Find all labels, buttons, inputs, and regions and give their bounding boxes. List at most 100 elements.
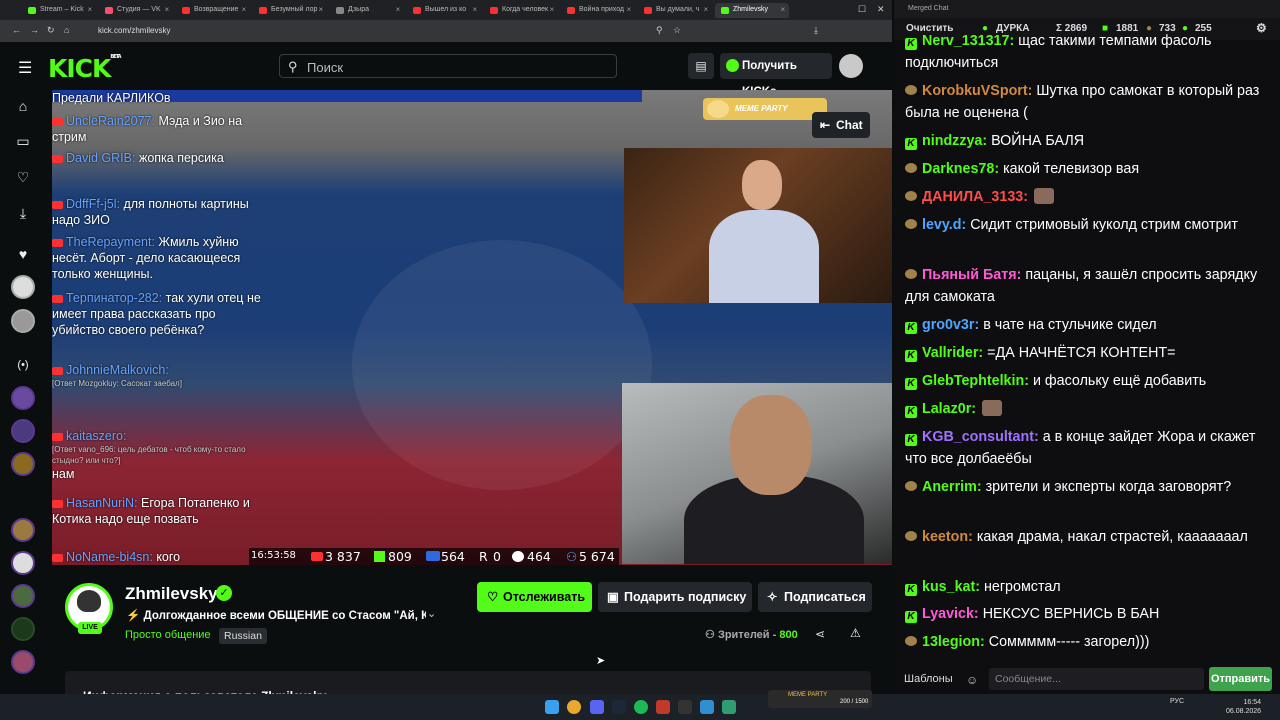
chevron-down-icon[interactable]: ⌄ [427,607,436,620]
recommended-channel-avatar[interactable] [11,452,35,476]
chat-username[interactable]: ДАНИЛА_3133: [922,189,1028,205]
chat-username[interactable]: kus_kat: [922,579,980,595]
theater-icon[interactable]: ▤ [688,53,714,79]
maximize-icon[interactable]: ☐ [858,4,866,15]
chat-text: какая драма, накал страстей, кааааааал [976,529,1248,545]
chat-username[interactable]: Nerv_131317: [922,33,1014,49]
system-tray-lang[interactable]: РУС [1170,698,1184,705]
chat-username[interactable]: keeton: [922,529,973,545]
browser-tab[interactable]: Вы думали, ч × [638,3,712,18]
tab-close-icon[interactable]: × [472,5,477,14]
chat-username[interactable]: nindzzya: [922,133,987,149]
recommended-channel-avatar[interactable] [11,551,35,575]
send-button[interactable]: Отправить [1209,667,1272,691]
url-field[interactable]: kick.com/zhmilevsky [80,24,650,38]
tab-close-icon[interactable]: × [626,5,631,14]
kick-logo[interactable]: KICKBETA [48,54,122,83]
favorites-heart-icon[interactable]: ♥ [14,246,32,264]
browser-tab[interactable]: Безумный лор × [253,3,327,18]
follow-label: Отслеживать [503,590,586,604]
browser-tab[interactable]: Когда человек × [484,3,558,18]
tab-close-icon[interactable]: × [549,5,554,14]
kick-badge-icon: K [905,38,917,50]
recommended-channel-avatar[interactable] [11,650,35,674]
channel-name[interactable]: Zhmilevsky [125,584,218,604]
share-icon[interactable]: ⋖ [815,627,825,641]
browser-tab[interactable]: Студия — VK × [99,3,173,18]
recommended-channel-avatar[interactable] [11,419,35,443]
recommended-channel-avatar[interactable] [11,518,35,542]
chat-username[interactable]: Lalaz0r: [922,401,976,417]
menu-icon[interactable]: ☰ [18,58,32,78]
download-icon[interactable]: ⤓ [814,25,818,36]
user-avatar[interactable] [839,54,863,78]
report-icon[interactable]: ⚠ [850,626,861,640]
browse-nav-icon[interactable]: ▭ [14,133,32,151]
message-input[interactable]: Сообщение... [989,668,1204,690]
discord-taskbar-icon[interactable] [590,700,604,714]
forward-icon[interactable]: → [30,25,39,35]
steam-taskbar-icon[interactable] [612,700,626,714]
get-kicks-button[interactable]: Получить KICKs [720,53,832,98]
recommended-channel-avatar[interactable] [11,386,35,410]
templates-button[interactable]: Шаблоны [904,673,953,685]
chat-username[interactable]: Anerrim: [922,479,982,495]
chat-username[interactable]: 13legion: [922,634,985,650]
browser-tab[interactable]: Zhmilevsky × [715,3,789,18]
chat-username[interactable]: KGB_consultant: [922,429,1039,445]
tab-close-icon[interactable]: × [780,5,785,14]
subscribe-button[interactable]: ✧ Подписаться [758,582,872,612]
spotify-taskbar-icon[interactable] [634,700,648,714]
chat-message: K Lalaz0r: [905,398,1270,420]
windows-start-icon[interactable] [545,700,559,714]
recommended-channel-avatar[interactable] [11,584,35,608]
tab-close-icon[interactable]: × [395,5,400,14]
chat-username[interactable]: Vallrider: [922,345,983,361]
tab-label: Stream – Kick [40,6,84,13]
browser-tab[interactable]: Дзырa × [330,3,404,18]
follow-button[interactable]: ♡ Отслеживать [477,582,592,612]
home-nav-icon[interactable]: ⌂ [14,98,32,116]
zoom-icon[interactable]: ⚲ [656,25,663,36]
telegram-taskbar-icon[interactable] [700,700,714,714]
browser-tab[interactable]: Война приход × [561,3,635,18]
language-tag[interactable]: Russian [219,628,267,644]
browser-tab[interactable]: Вышел из ко × [407,3,481,18]
recommended-channel-avatar[interactable] [11,617,35,641]
search-input[interactable]: ⚲ Поиск [279,54,617,78]
overlay-chat-user: TheRepayment: [66,235,155,249]
browser-tab[interactable]: Stream – Kick × [22,3,96,18]
chat-username[interactable]: Lyavick: [922,606,979,622]
followed-channel-avatar[interactable] [11,309,35,333]
back-icon[interactable]: ← [12,25,21,35]
chat-username[interactable]: levy.d: [922,217,966,233]
tab-close-icon[interactable]: × [164,5,169,14]
following-nav-icon[interactable]: ♡ [14,169,32,187]
chat-username[interactable]: Пьяный Батя: [922,267,1021,283]
bookmark-star-icon[interactable]: ☆ [673,25,681,36]
emoji-icon[interactable]: ☺ [966,673,978,687]
app-taskbar-icon[interactable] [678,700,692,714]
tab-close-icon[interactable]: × [87,5,92,14]
kick-badge-icon: K [905,611,917,623]
tab-close-icon[interactable]: × [241,5,246,14]
followed-channel-avatar[interactable] [11,275,35,299]
system-clock[interactable]: 16:54 06.08.2026 [1226,698,1261,716]
browser-tab[interactable]: Возвращение × [176,3,250,18]
chrome-taskbar-icon[interactable] [567,700,581,714]
gift-sub-button[interactable]: ▣ Подарить подписку [598,582,752,612]
category-link[interactable]: Просто общение [125,629,211,641]
tab-close-icon[interactable]: × [318,5,323,14]
app-taskbar-icon[interactable] [722,700,736,714]
clips-nav-icon[interactable]: ⤓ [14,205,32,223]
chat-username[interactable]: gro0v3r: [922,317,979,333]
chat-toggle-button[interactable]: ⇤ Chat [812,112,870,138]
reload-icon[interactable]: ↻ [47,25,55,36]
close-window-icon[interactable]: ✕ [877,4,885,15]
tab-close-icon[interactable]: × [703,5,708,14]
chat-username[interactable]: GlebTephtelkin: [922,373,1029,389]
chat-username[interactable]: Darknes78: [922,161,999,177]
app-taskbar-icon[interactable] [656,700,670,714]
home-icon[interactable]: ⌂ [64,25,69,35]
chat-username[interactable]: KorobkuVSport: [922,83,1032,99]
